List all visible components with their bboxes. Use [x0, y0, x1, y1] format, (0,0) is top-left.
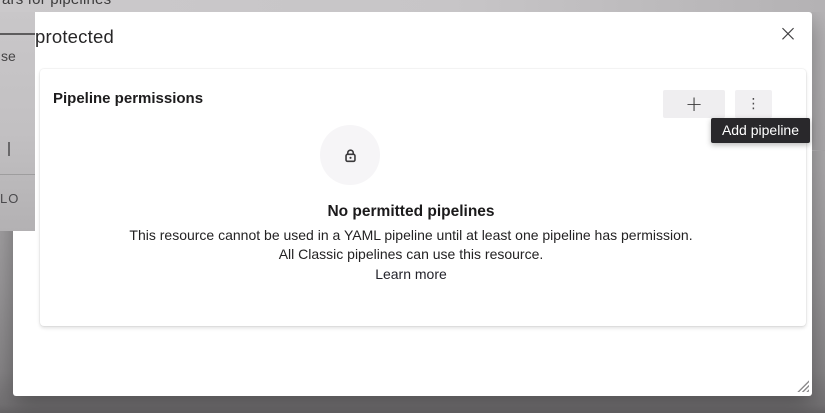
close-icon: × [778, 23, 797, 46]
lock-icon [342, 147, 359, 164]
background-text-fragment: ars for pipelines [2, 0, 111, 8]
background-left-strip: se LO [0, 12, 35, 231]
empty-state-icon-circle [320, 125, 380, 185]
plus-icon: + [685, 92, 703, 116]
resource-dialog: protected × Pipeline permissions + ⋮ [13, 12, 812, 396]
background-fragment-mark [8, 142, 10, 156]
learn-more-link[interactable]: Learn more [375, 265, 447, 284]
card-heading: Pipeline permissions [53, 90, 203, 107]
kebab-menu-icon: ⋮ [747, 97, 761, 111]
close-button[interactable]: × [774, 20, 802, 48]
pipeline-permissions-card: Pipeline permissions + ⋮ No permitted pi… [40, 69, 806, 326]
background-fragment-lo: LO [0, 191, 19, 206]
background-divider-fragment [812, 150, 825, 151]
add-pipeline-tooltip: Add pipeline [711, 118, 810, 143]
resize-grip-icon[interactable] [795, 378, 809, 392]
dimmed-backdrop: protected × Pipeline permissions + ⋮ [0, 0, 825, 413]
background-divider-faint [0, 174, 35, 175]
empty-state-text: No permitted pipelines This resource can… [40, 203, 806, 284]
empty-state-description-line2: All Classic pipelines can use this resou… [40, 245, 782, 264]
background-fragment-se: se [1, 48, 16, 64]
empty-state-description-line1: This resource cannot be used in a YAML p… [40, 226, 782, 245]
background-top-strip: ars for pipelines [0, 0, 825, 12]
add-pipeline-button[interactable]: + [663, 90, 725, 118]
dialog-title: protected [35, 26, 114, 48]
background-divider-dark [0, 33, 35, 35]
more-options-button[interactable]: ⋮ [735, 90, 772, 118]
empty-state-title: No permitted pipelines [40, 203, 782, 221]
